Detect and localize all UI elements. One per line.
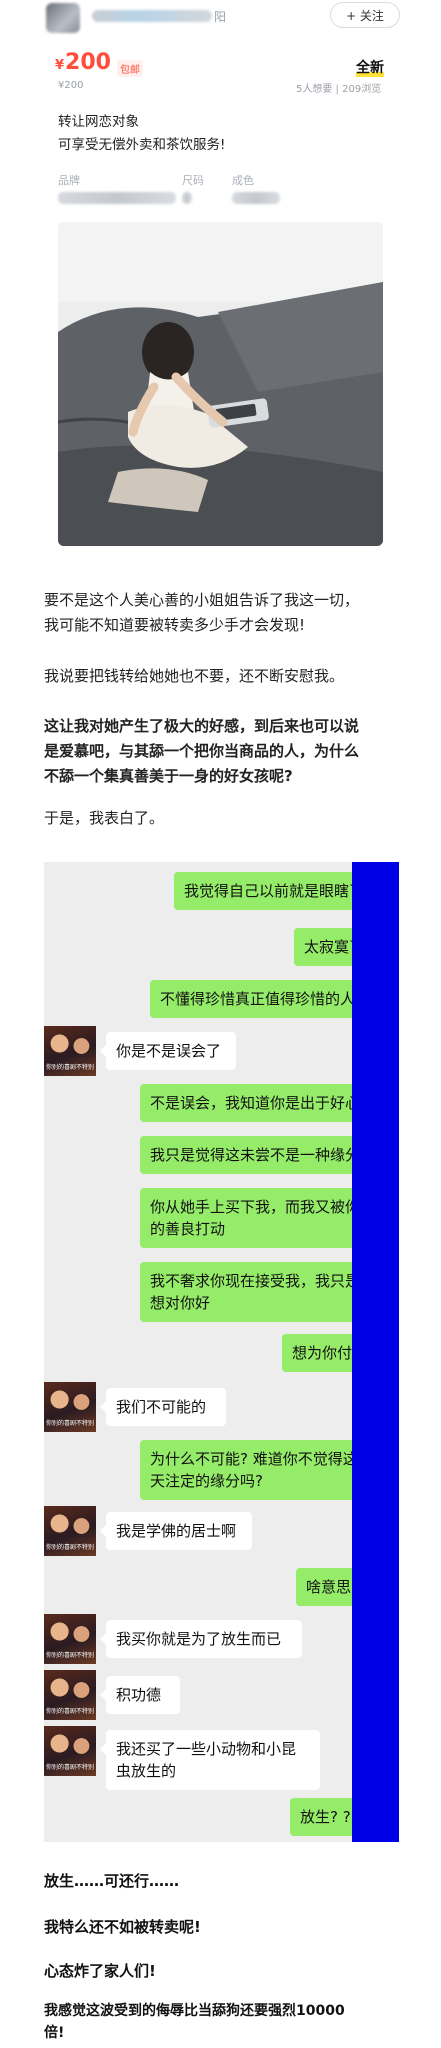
article-p3-line3: 不舔一个集真善美于一身的好女孩呢? — [44, 767, 293, 785]
chat-message-10: 我们不可能的 — [100, 1388, 226, 1426]
chat-screenshot: 我觉得自己以前就是眼瞎了 太寂寞了 不懂得珍惜真正值得珍惜的人 你别的喜剧不特别… — [44, 862, 396, 1842]
attr-brand-label: 品牌 — [58, 174, 80, 187]
original-price: ¥200 — [58, 80, 84, 91]
article-paragraph-2: 我说要把钱转给她她也不要，还不断安慰我。 — [44, 667, 345, 685]
chat-message-15: 积功德 — [100, 1676, 180, 1714]
article-paragraph-4: 于是，我表白了。 — [44, 809, 165, 827]
redaction-bar — [352, 862, 399, 1842]
seller-name-blurred[interactable] — [92, 10, 212, 22]
views-count: 209浏览 — [342, 84, 382, 95]
contact-avatar[interactable]: 你别的喜剧不特别 — [44, 1382, 96, 1432]
listing-stats: 5人想要 | 209浏览 — [296, 84, 382, 95]
contact-avatar[interactable]: 你别的喜剧不特别 — [44, 1670, 96, 1720]
description-line-2: 可享受无偿外卖和茶饮服务! — [58, 137, 226, 153]
footer-line-3: 心态炸了家人们! — [44, 1962, 156, 1980]
seller-avatar[interactable] — [46, 3, 80, 33]
description-line-1: 转让网恋对象 — [58, 114, 139, 130]
condition-badge: 全新 — [356, 57, 384, 77]
price: ¥200 — [55, 50, 111, 75]
contact-avatar[interactable]: 你别的喜剧不特别 — [44, 1726, 96, 1776]
attr-condition-label: 成色 — [232, 174, 254, 187]
article-p1-line1: 要不是这个人美心善的小姐姐告诉了我这一切， — [44, 591, 360, 609]
article-paragraph-1: 要不是这个人美心善的小姐姐告诉了我这一切， 我可能不知道要被转卖多少手才会发现! — [44, 588, 404, 638]
chat-message-11: 为什么不可能? 难道你不觉得这是天注定的缘分吗? — [140, 1440, 390, 1500]
footer-line-4a: 我感觉这波受到的侮辱比当舔狗还要强烈10000 — [44, 2003, 345, 2019]
footer-line-4b: 倍! — [44, 2025, 65, 2041]
wants-count: 5人想要 — [296, 84, 333, 95]
price-value: 200 — [65, 50, 111, 75]
free-shipping-badge: 包邮 — [117, 60, 143, 77]
chat-message-14: 我买你就是为了放生而已 — [100, 1620, 302, 1658]
footer-line-2: 我特么还不如被转卖呢! — [44, 1918, 201, 1936]
attr-brand-value-blurred — [58, 192, 176, 204]
chat-message-7: 你从她手上买下我，而我又被你的善良打动 — [140, 1188, 390, 1248]
contact-avatar[interactable]: 你别的喜剧不特别 — [44, 1506, 96, 1556]
footer-line-1: 放生……可还行…… — [44, 1872, 180, 1890]
article-p1-line2: 我可能不知道要被转卖多少手才会发现! — [44, 616, 306, 634]
contact-avatar[interactable]: 你别的喜剧不特别 — [44, 1614, 96, 1664]
chat-message-5: 不是误会，我知道你是出于好心 — [140, 1084, 390, 1122]
chat-message-6: 我只是觉得这未尝不是一种缘分 — [140, 1136, 390, 1174]
chat-message-8: 我不奢求你现在接受我，我只是想对你好 — [140, 1262, 390, 1322]
photo-illustration — [58, 222, 383, 546]
attr-size-value-blurred — [182, 192, 192, 204]
listing-photo[interactable] — [58, 222, 383, 546]
chat-message-16: 我还买了一些小动物和小昆虫放生的 — [100, 1730, 320, 1790]
attr-condition-value-blurred — [232, 192, 280, 204]
price-symbol: ¥ — [55, 58, 65, 73]
article-paragraph-3: 这让我对她产生了极大的好感，到后来也可以说 是爱慕吧，与其舔一个把你当商品的人，… — [44, 714, 404, 789]
seller-location: 阳 — [214, 10, 227, 24]
footer-line-4: 我感觉这波受到的侮辱比当舔狗还要强烈10000 倍! — [44, 2000, 404, 2044]
attr-size-label: 尺码 — [182, 174, 204, 187]
article-p3-line1: 这让我对她产生了极大的好感，到后来也可以说 — [44, 717, 360, 735]
chat-message-12: 我是学佛的居士啊 — [100, 1512, 252, 1550]
article-p3-line2: 是爱慕吧，与其舔一个把你当商品的人，为什么 — [44, 742, 360, 760]
chat-message-3: 不懂得珍惜真正值得珍惜的人 — [150, 980, 390, 1018]
contact-avatar[interactable]: 你别的喜剧不特别 — [44, 1026, 96, 1076]
follow-button[interactable]: + 关注 — [330, 2, 400, 28]
chat-message-4: 你是不是误会了 — [100, 1032, 236, 1070]
